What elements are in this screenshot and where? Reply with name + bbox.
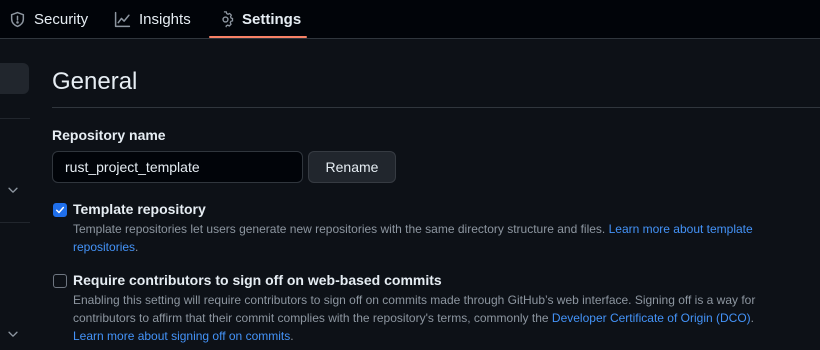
template-repository-description: Template repositories let users generate…	[73, 220, 813, 256]
tab-security[interactable]: Security	[9, 0, 88, 39]
template-repository-checkbox[interactable]	[53, 203, 67, 217]
sidebar-divider	[0, 118, 30, 119]
repository-name-label: Repository name	[52, 127, 166, 143]
repository-name-input[interactable]	[52, 151, 303, 183]
gear-icon	[217, 11, 234, 28]
require-signoff-checkbox[interactable]	[53, 274, 67, 288]
template-description-period: .	[135, 240, 139, 254]
chevron-down-icon[interactable]	[6, 327, 20, 341]
signoff-learn-more-period: .	[290, 329, 294, 343]
dco-link[interactable]: Developer Certificate of Origin (DCO)	[552, 311, 751, 325]
sidebar-selected-item[interactable]	[0, 63, 29, 94]
rename-button[interactable]: Rename	[308, 151, 396, 183]
tab-insights-label: Insights	[139, 11, 191, 28]
tab-insights[interactable]: Insights	[114, 0, 191, 39]
repo-tab-bar: Security Insights Settings	[0, 0, 820, 39]
sidebar-divider	[0, 222, 30, 223]
selected-tab-indicator	[209, 36, 307, 38]
template-description-text: Template repositories let users generate…	[73, 222, 606, 236]
tab-settings-label: Settings	[242, 11, 302, 28]
tab-settings[interactable]: Settings	[217, 0, 301, 39]
require-signoff-label[interactable]: Require contributors to sign off on web-…	[73, 272, 442, 288]
chevron-down-icon[interactable]	[6, 183, 20, 197]
title-divider	[52, 107, 820, 108]
require-signoff-description: Enabling this setting will require contr…	[73, 291, 813, 345]
tab-security-label: Security	[34, 11, 89, 28]
page-title: General	[52, 68, 138, 95]
check-icon	[55, 206, 65, 214]
graph-icon	[114, 11, 131, 28]
shield-icon	[9, 11, 26, 28]
signoff-description-period: .	[750, 311, 754, 325]
template-repository-label[interactable]: Template repository	[73, 201, 206, 217]
signoff-learn-more-link[interactable]: Learn more about signing off on commits	[73, 329, 290, 343]
